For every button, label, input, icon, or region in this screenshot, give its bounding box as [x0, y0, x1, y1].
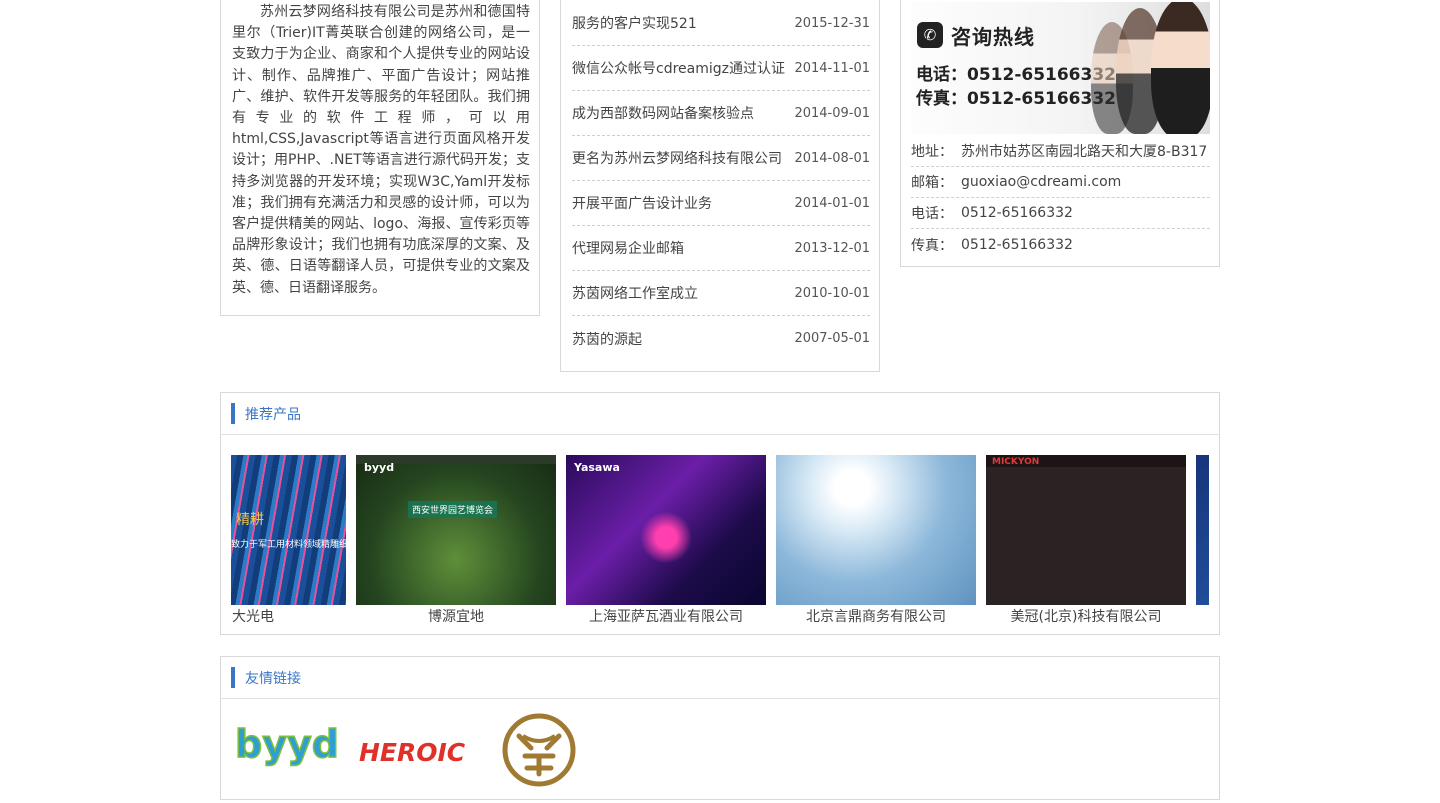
news-title[interactable]: 苏茵网络工作室成立 — [572, 283, 698, 303]
news-item[interactable]: 代理网易企业邮箱 2013-12-01 — [572, 226, 870, 271]
products-carousel[interactable]: 精耕 致力于军工用材料领域精雕细琢 大光电 byyd 西安世界园艺博览会 博源宜地 Yasa… — [231, 455, 1209, 627]
section-header: 推荐产品 — [221, 393, 1219, 435]
contact-label: 电话： — [911, 206, 953, 222]
contact-label: 传真： — [911, 237, 953, 254]
news-title[interactable]: 更名为苏州云梦网络科技有限公司 — [572, 148, 782, 168]
product-card[interactable] — [1196, 455, 1209, 627]
news-item[interactable]: 成为西部数码网站备案核验点 2014-09-01 — [572, 91, 870, 136]
products-panel: 推荐产品 精耕 致力于军工用材料领域精雕细琢 大光电 byyd 西安世界园艺博览会 博源宜… — [220, 392, 1220, 635]
news-title[interactable]: 代理网易企业邮箱 — [572, 238, 684, 258]
product-name[interactable]: 博源宜地 — [356, 606, 556, 626]
product-card[interactable]: Yasawa 上海亚萨瓦酒业有限公司 — [566, 455, 766, 627]
links-panel: 友情链接 byyd HEROIC — [220, 656, 1220, 800]
contact-row: 地址： 苏州市姑苏区南园北路天和大厦8-B317 — [911, 136, 1210, 167]
agent-figure — [1151, 2, 1210, 134]
product-thumbnail[interactable]: Yasawa — [566, 455, 766, 605]
contact-panel: ✆ 咨询热线 电话：0512-65166332 传真：0512-65166332… — [900, 0, 1220, 267]
contact-value: 0512-65166332 — [961, 236, 1073, 253]
product-thumbnail[interactable] — [776, 455, 976, 605]
section-header: 友情链接 — [221, 657, 1219, 699]
product-card[interactable]: MICKYON 美冠(北京)科技有限公司 — [986, 455, 1186, 627]
news-item[interactable]: 更名为苏州云梦网络科技有限公司 2014-08-01 — [572, 136, 870, 181]
news-date: 2013-12-01 — [794, 240, 870, 256]
about-panel: 苏州云梦网络科技有限公司是苏州和德国特里尔（Trier)IT菁英联合创建的网络公… — [220, 0, 540, 316]
news-item[interactable]: 服务的客户实现521 2015-12-31 — [572, 1, 870, 46]
products-title: 推荐产品 — [245, 406, 301, 423]
product-card[interactable]: byyd 西安世界园艺博览会博源宜地 — [356, 455, 556, 627]
hotline-tel: 电话：0512-65166332 — [916, 65, 1116, 85]
news-title[interactable]: 苏茵的源起 — [572, 329, 642, 349]
contact-list: 地址： 苏州市姑苏区南园北路天和大厦8-B317 邮箱： guoxiao@cdream… — [911, 136, 1210, 260]
product-thumb-caption: 致力于军工用材料领域精雕细琢 — [231, 540, 346, 550]
emblem-logo-link[interactable] — [501, 712, 577, 788]
product-thumbnail[interactable]: MICKYON — [986, 455, 1186, 605]
product-thumb-caption: 西安世界园艺博览会 — [408, 501, 498, 518]
heroic-logo: HEROIC — [359, 738, 466, 767]
links-title: 友情链接 — [245, 670, 301, 687]
contact-label: 地址： — [911, 144, 953, 160]
product-thumb-label: MICKYON — [992, 457, 1040, 467]
byyd-logo-text: byyd — [235, 722, 339, 766]
hotline-banner: ✆ 咨询热线 电话：0512-65166332 传真：0512-65166332 — [911, 2, 1210, 134]
product-thumb-label: byyd — [364, 461, 395, 474]
section-marker — [231, 667, 235, 688]
contact-value: 苏州市姑苏区南园北路天和大厦8-B317 — [961, 144, 1208, 160]
contact-row: 电话： 0512-65166332 — [911, 198, 1210, 229]
product-thumbnail[interactable] — [1196, 455, 1209, 605]
byyd-logo-link[interactable]: byyd — [233, 719, 349, 767]
heroic-logo-link[interactable]: HEROIC — [359, 733, 475, 769]
product-name[interactable]: 北京言鼎商务有限公司 — [776, 606, 976, 626]
heroic-logo-text: HEROIC — [359, 738, 466, 767]
news-date: 2014-08-01 — [794, 150, 870, 166]
product-name[interactable]: 上海亚萨瓦酒业有限公司 — [566, 606, 766, 626]
product-thumbnail[interactable]: byyd 西安世界园艺博览会 — [356, 455, 556, 605]
news-date: 2015-12-31 — [794, 15, 870, 31]
emblem-logo — [502, 713, 576, 787]
news-item[interactable]: 微信公众帐号cdreamigz通过认证 2014-11-01 — [572, 46, 870, 91]
contact-label: 邮箱： — [911, 175, 953, 191]
product-thumb-label: 精耕 — [236, 512, 264, 528]
byyd-logo: byyd — [234, 721, 339, 767]
contact-value: 0512-65166332 — [961, 205, 1073, 221]
news-list: 服务的客户实现521 2015-12-31 微信公众帐号cdreamigz通过认证 2… — [572, 1, 870, 361]
section-marker — [231, 403, 235, 424]
phone-icon: ✆ — [917, 22, 943, 48]
news-title[interactable]: 开展平面广告设计业务 — [572, 193, 712, 213]
news-title[interactable]: 服务的客户实现521 — [572, 13, 697, 33]
news-date: 2014-01-01 — [794, 195, 870, 211]
news-title[interactable]: 微信公众帐号cdreamigz通过认证 — [572, 58, 785, 78]
news-date: 2010-10-01 — [794, 285, 870, 301]
product-name[interactable]: 美冠(北京)科技有限公司 — [986, 606, 1186, 626]
news-date: 2007-05-01 — [794, 331, 870, 346]
product-thumbnail[interactable]: 精耕致力于军工用材料领域精雕细琢 — [231, 455, 346, 605]
news-date: 2014-11-01 — [794, 60, 870, 76]
news-title[interactable]: 成为西部数码网站备案核验点 — [572, 103, 754, 123]
news-item[interactable]: 苏茵网络工作室成立 2010-10-01 — [572, 271, 870, 316]
hotline-fax: 传真：0512-65166332 — [916, 89, 1116, 109]
hotline-title: 咨询热线 — [951, 25, 1035, 49]
contact-row: 邮箱： guoxiao@cdreami.com — [911, 167, 1210, 198]
about-text: 苏州云梦网络科技有限公司是苏州和德国特里尔（Trier)IT菁英联合创建的网络公… — [232, 4, 530, 296]
contact-value: guoxiao@cdreami.com — [961, 174, 1122, 190]
product-card[interactable]: 精耕 致力于军工用材料领域精雕细琢 大光电 — [231, 455, 346, 627]
news-item[interactable]: 苏茵的源起 2007-05-01 — [572, 316, 870, 361]
news-date: 2014-09-01 — [794, 105, 870, 121]
news-item[interactable]: 开展平面广告设计业务 2014-01-01 — [572, 181, 870, 226]
contact-row: 传真： 0512-65166332 — [911, 229, 1210, 260]
news-panel: 服务的客户实现521 2015-12-31 微信公众帐号cdreamigz通过认证 2… — [560, 0, 880, 372]
product-card[interactable]: 北京言鼎商务有限公司 — [776, 455, 976, 627]
product-thumb-label: Yasawa — [574, 461, 620, 474]
